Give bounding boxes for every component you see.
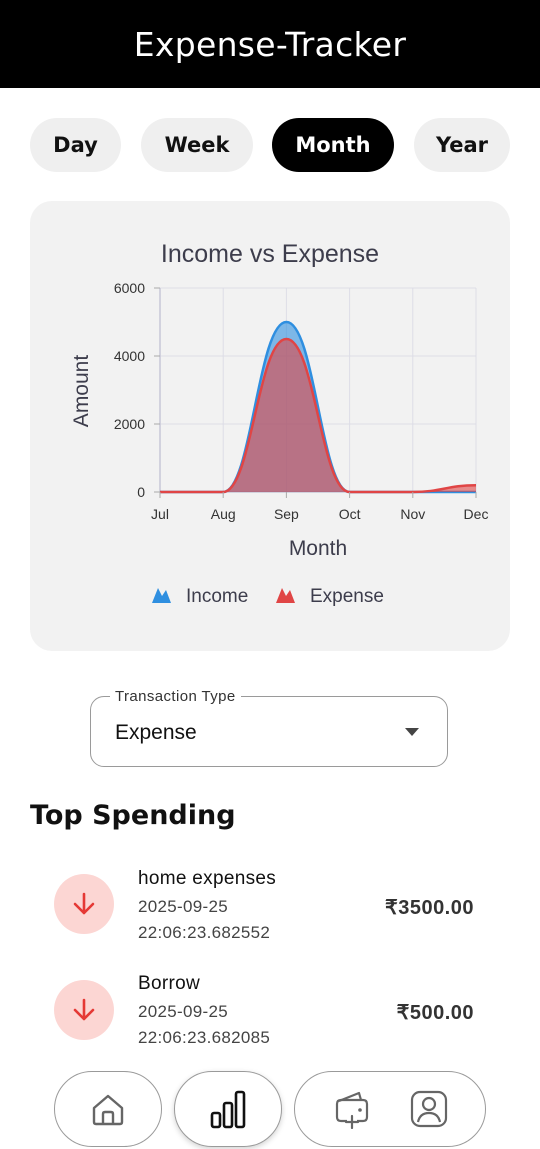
legend-icon-expense — [276, 588, 295, 603]
y-tick-label: 4000 — [114, 348, 145, 364]
income-expense-chart-card: Income vs Expense 0 2000 4000 6000 Jul Aug Sep… — [30, 201, 510, 651]
transaction-time: 22:06:23.682552 — [138, 923, 271, 942]
x-tick-label: Sep — [274, 506, 299, 522]
chart-legend: Income Expense — [152, 586, 384, 607]
x-tick-label: Oct — [339, 506, 361, 522]
transaction-amount: ₹500.00 — [396, 1002, 474, 1024]
y-tick-label: 2000 — [114, 416, 145, 432]
top-spending-title: Top Spending — [30, 800, 236, 831]
app-title: Expense-Tracker — [133, 24, 407, 64]
legend-label-income: Income — [186, 586, 248, 607]
profile-icon[interactable] — [409, 1089, 449, 1129]
bar-chart-icon — [210, 1090, 246, 1129]
income-expense-chart: Income vs Expense 0 2000 4000 6000 Jul Aug Sep… — [70, 240, 489, 607]
tab-day[interactable]: Day — [30, 118, 121, 172]
transaction-name: Borrow — [138, 973, 200, 994]
x-tick-label: Dec — [464, 506, 489, 522]
x-tick-label: Jul — [151, 506, 169, 522]
nav-group-right — [294, 1071, 486, 1147]
transaction-name: home expenses — [138, 868, 277, 889]
transaction-time: 22:06:23.682085 — [138, 1028, 271, 1047]
x-tick-label: Nov — [400, 506, 425, 522]
y-tick-label: 0 — [137, 484, 145, 500]
x-axis-label: Month — [289, 537, 347, 560]
tab-month[interactable]: Month — [272, 118, 394, 172]
x-tick-label: Aug — [211, 506, 236, 522]
list-item[interactable]: home expenses 2025-09-25 22:06:23.682552… — [0, 860, 540, 960]
transaction-date: 2025-09-25 — [138, 897, 228, 916]
transaction-type-select[interactable]: Expense — [90, 696, 448, 767]
tab-week[interactable]: Week — [141, 118, 253, 172]
legend-icon-income — [152, 588, 171, 603]
y-axis-label: Amount — [70, 355, 93, 428]
y-tick-label: 6000 — [114, 280, 145, 296]
chart-series — [159, 320, 477, 494]
nav-home-button[interactable] — [54, 1071, 162, 1147]
transaction-amount: ₹3500.00 — [384, 897, 474, 919]
transaction-type-label: Transaction Type — [110, 688, 241, 705]
app-bar: Expense-Tracker — [0, 0, 540, 88]
home-icon — [92, 1094, 124, 1126]
arrow-down-icon — [54, 874, 114, 934]
dropdown-arrow-icon — [405, 728, 419, 736]
period-tabs: Day Week Month Year — [0, 118, 540, 172]
arrow-down-icon — [54, 980, 114, 1040]
transaction-type-value: Expense — [115, 721, 197, 744]
nav-stats-button[interactable] — [174, 1071, 282, 1147]
list-item[interactable]: Borrow 2025-09-25 22:06:23.682085 ₹500.0… — [0, 965, 540, 1065]
tab-year[interactable]: Year — [414, 118, 510, 172]
transaction-date: 2025-09-25 — [138, 1002, 228, 1021]
chart-title: Income vs Expense — [161, 240, 379, 268]
wallet-add-icon[interactable] — [331, 1089, 373, 1129]
legend-label-expense: Expense — [310, 586, 384, 607]
